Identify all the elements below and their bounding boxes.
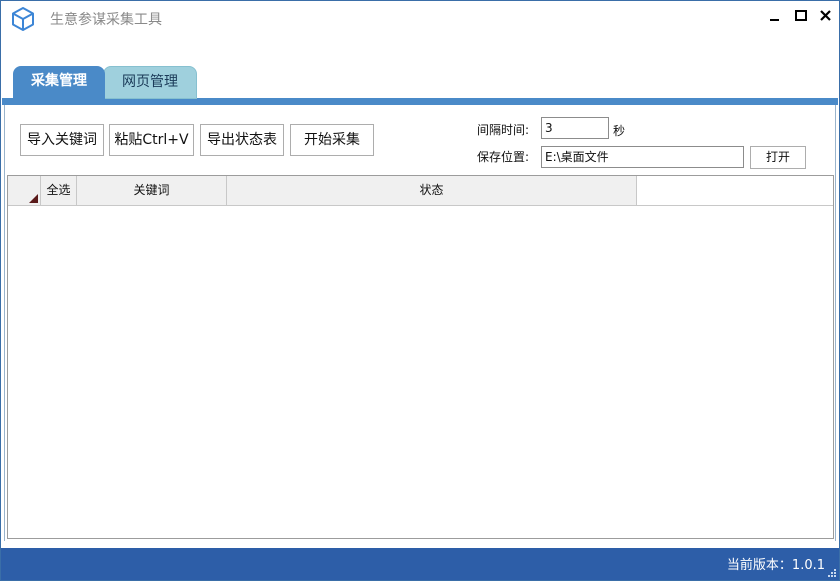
select-all-corner[interactable] bbox=[8, 176, 41, 205]
interval-unit-label: 秒 bbox=[613, 124, 626, 138]
keyword-grid[interactable]: 全选 关键词 状态 bbox=[7, 175, 834, 539]
status-bar: 当前版本：1.0.1 bbox=[1, 548, 839, 580]
minimize-icon[interactable] bbox=[766, 7, 784, 25]
app-window: 生意参谋采集工具 采集管理 网页管理 导入关键词 粘贴Ctrl+V 导出状态表 … bbox=[0, 0, 840, 581]
open-folder-button[interactable]: 打开 bbox=[750, 146, 806, 169]
save-location-input[interactable]: E:\桌面文件 bbox=[541, 146, 744, 168]
corner-triangle-icon bbox=[29, 194, 38, 203]
save-location-label: 保存位置: bbox=[477, 150, 530, 164]
interval-label: 间隔时间: bbox=[477, 123, 530, 137]
column-header-status[interactable]: 状态 bbox=[227, 176, 637, 205]
paste-button[interactable]: 粘贴Ctrl+V bbox=[109, 124, 194, 156]
interval-input[interactable]: 3 bbox=[541, 117, 609, 139]
tab-collection-management[interactable]: 采集管理 bbox=[13, 66, 105, 99]
resize-grip-icon[interactable] bbox=[827, 568, 837, 578]
version-label: 当前版本：1.0.1 bbox=[726, 558, 825, 573]
tab-strip bbox=[2, 98, 838, 105]
panel-bottom bbox=[2, 541, 838, 548]
window-title: 生意参谋采集工具 bbox=[50, 12, 162, 28]
cube-icon bbox=[12, 7, 34, 31]
close-icon[interactable] bbox=[817, 7, 835, 25]
export-status-button[interactable]: 导出状态表 bbox=[200, 124, 284, 156]
column-header-select-all[interactable]: 全选 bbox=[41, 176, 77, 205]
import-keywords-button[interactable]: 导入关键词 bbox=[20, 124, 104, 156]
start-collection-button[interactable]: 开始采集 bbox=[290, 124, 374, 156]
maximize-icon[interactable] bbox=[792, 7, 810, 25]
tab-webpage-management[interactable]: 网页管理 bbox=[103, 66, 197, 99]
title-bar[interactable]: 生意参谋采集工具 bbox=[1, 1, 839, 35]
grid-header: 全选 关键词 状态 bbox=[8, 176, 833, 206]
column-header-keyword[interactable]: 关键词 bbox=[77, 176, 227, 205]
